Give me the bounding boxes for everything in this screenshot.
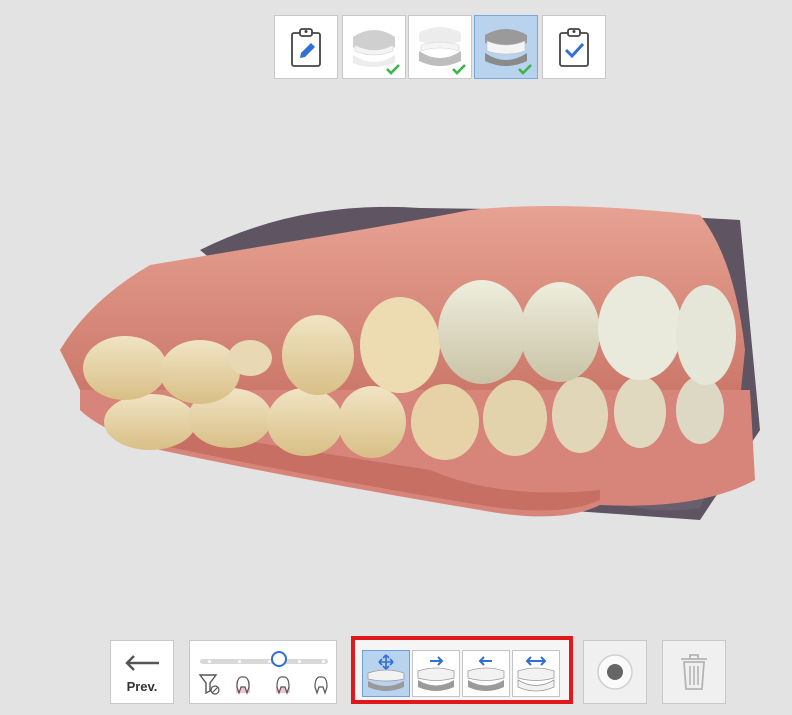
delete-button[interactable]	[662, 640, 726, 704]
move-occlusion-icon	[367, 654, 405, 691]
filter-slider-panel	[189, 640, 337, 704]
filter-off-icon	[198, 674, 220, 695]
trash-icon	[681, 654, 707, 690]
dental-scan-model	[60, 206, 760, 520]
step-occlusion-button[interactable]	[474, 15, 538, 79]
prev-label: Prev.	[126, 679, 158, 694]
align-left-icon	[467, 656, 505, 691]
check-icon	[386, 64, 400, 75]
3d-scan-viewport[interactable]	[0, 100, 792, 620]
move-occlusion-button[interactable]	[362, 650, 410, 697]
tooth-gum-high-icon	[236, 676, 250, 695]
filter-slider-track[interactable]	[200, 659, 328, 664]
step-review-button[interactable]	[542, 15, 606, 79]
align-both-button[interactable]	[512, 650, 560, 697]
filter-level-icons	[198, 674, 328, 695]
record-button[interactable]	[583, 640, 647, 704]
record-icon	[597, 654, 633, 690]
check-icon	[518, 64, 532, 75]
step-prescription-button[interactable]	[274, 15, 338, 79]
align-left-button[interactable]	[462, 650, 510, 697]
align-both-icon	[517, 656, 555, 692]
align-right-button[interactable]	[412, 650, 460, 697]
tooth-gum-low-icon	[276, 676, 290, 695]
arrow-left-icon	[125, 655, 159, 671]
tooth-only-icon	[314, 676, 328, 695]
step-maxilla-button[interactable]	[342, 15, 406, 79]
check-icon	[452, 64, 466, 75]
alignment-mode-group	[351, 636, 573, 704]
filter-slider-thumb[interactable]	[271, 651, 288, 667]
step-mandible-button[interactable]	[408, 15, 472, 79]
prev-button[interactable]: Prev.	[110, 640, 174, 704]
clipboard-check-icon	[559, 28, 589, 67]
align-right-icon	[417, 656, 455, 691]
clipboard-edit-icon	[291, 28, 321, 67]
